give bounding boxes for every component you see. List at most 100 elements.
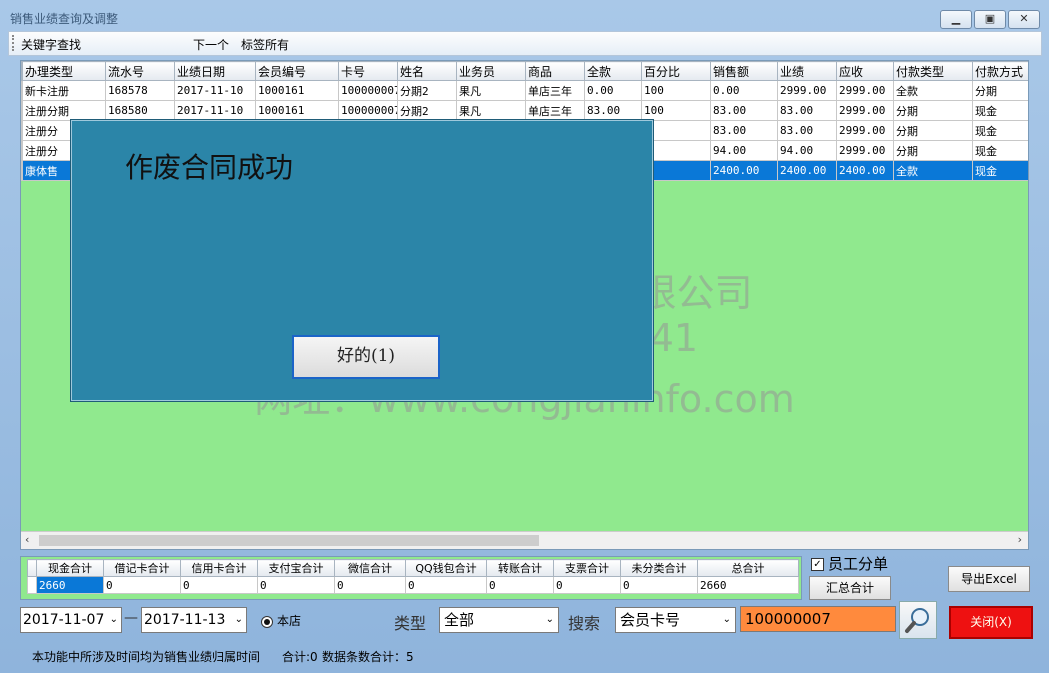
summary-cell[interactable]: 2660 [36, 576, 104, 594]
table-cell[interactable]: 2999.00 [777, 80, 837, 101]
table-cell[interactable]: 分期 [972, 80, 1028, 101]
table-cell[interactable]: 94.00 [710, 140, 778, 161]
table-cell[interactable]: 现金 [972, 160, 1028, 181]
table-cell[interactable]: 100 [641, 100, 711, 121]
ok-button[interactable]: 好的(1) [292, 335, 440, 379]
column-header[interactable]: 应收 [836, 61, 894, 81]
type-select[interactable]: 全部 ⌄ [439, 607, 559, 633]
column-header[interactable]: 办理类型 [22, 61, 106, 81]
table-cell[interactable]: 94.00 [777, 140, 837, 161]
table-cell[interactable]: 83.00 [777, 120, 837, 141]
table-cell[interactable]: 果凡 [456, 80, 526, 101]
summary-cell[interactable]: 0 [486, 576, 554, 594]
minimize-icon[interactable]: ▁ [940, 10, 972, 29]
table-cell[interactable]: 2999.00 [836, 120, 894, 141]
next-button[interactable]: 下一个 [193, 36, 229, 53]
date-to-picker[interactable]: 2017-11-13 ⌄ [141, 607, 247, 633]
search-field-select[interactable]: 会员卡号 ⌄ [615, 607, 736, 633]
table-cell[interactable]: 全款 [893, 80, 973, 101]
table-cell[interactable]: 新卡注册 [22, 80, 106, 101]
table-cell[interactable]: 分期 [893, 140, 973, 161]
summary-cell[interactable]: 2660 [697, 576, 799, 594]
column-header[interactable]: 百分比 [641, 61, 711, 81]
table-cell[interactable]: 100 [641, 80, 711, 101]
table-cell[interactable]: 2400.00 [836, 160, 894, 181]
this-store-radio[interactable]: 本店 [261, 612, 301, 629]
table-cell[interactable]: 2017-11-10 [174, 100, 256, 121]
summary-cell[interactable]: 0 [103, 576, 181, 594]
table-cell[interactable]: 单店三年 [525, 80, 585, 101]
column-header[interactable]: 付款类型 [893, 61, 973, 81]
table-cell[interactable]: 83.00 [710, 120, 778, 141]
column-header[interactable]: 业绩 [777, 61, 837, 81]
this-store-label: 本店 [277, 614, 302, 628]
table-cell[interactable]: 现金 [972, 140, 1028, 161]
summary-cell[interactable]: 0 [334, 576, 406, 594]
scroll-right-icon[interactable]: › [1018, 533, 1022, 546]
scroll-left-icon[interactable]: ‹ [25, 533, 29, 546]
column-header[interactable]: 业绩日期 [174, 61, 256, 81]
main-window: 销售业绩查询及调整 ▁ ▣ ✕ 关键字查找 下一个 标签所有 办理类型 流水号 业绩… [0, 0, 1049, 673]
column-header[interactable]: 姓名 [397, 61, 457, 81]
summary-column-header: 借记卡合计 [103, 559, 181, 577]
tag-all-button[interactable]: 标签所有 [241, 36, 289, 53]
table-cell[interactable]: 2999.00 [836, 140, 894, 161]
table-cell[interactable]: 分期 [893, 120, 973, 141]
column-header[interactable]: 流水号 [105, 61, 175, 81]
summary-cell[interactable]: 0 [620, 576, 698, 594]
table-cell[interactable]: 2999.00 [836, 80, 894, 101]
column-header[interactable]: 业务员 [456, 61, 526, 81]
table-row[interactable]: 注册分期 168580 2017-11-10 1000161 100000007 分期2 果… [21, 100, 1028, 121]
table-row[interactable]: 新卡注册 168578 2017-11-10 1000161 100000007 分期2 果… [21, 80, 1028, 101]
table-cell[interactable]: 2400.00 [777, 160, 837, 181]
search-input[interactable]: 100000007 [740, 606, 896, 632]
summary-total-button[interactable]: 汇总合计 [809, 576, 891, 600]
column-header[interactable]: 会员编号 [255, 61, 339, 81]
keyword-search-button[interactable]: 关键字查找 [21, 36, 81, 53]
table-cell[interactable]: 1000161 [255, 80, 339, 101]
table-cell[interactable]: 100000007 [338, 80, 398, 101]
scroll-thumb[interactable] [39, 535, 539, 546]
column-header[interactable]: 销售额 [710, 61, 778, 81]
table-cell[interactable]: 168578 [105, 80, 175, 101]
table-cell[interactable]: 2999.00 [836, 100, 894, 121]
row-header-corner [27, 559, 37, 577]
summary-cell[interactable]: 0 [257, 576, 335, 594]
employee-split-checkbox[interactable]: ✓ 员工分单 [811, 553, 888, 574]
table-cell[interactable]: 全款 [893, 160, 973, 181]
table-cell[interactable]: 1000161 [255, 100, 339, 121]
table-cell[interactable]: 83.00 [777, 100, 837, 121]
summary-cell[interactable]: 0 [553, 576, 621, 594]
summary-table: 现金合计 借记卡合计 信用卡合计 支付宝合计 微信合计 QQ钱包合计 转账合计 支票合计 未分类… [27, 559, 799, 594]
table-cell[interactable]: 分期 [893, 100, 973, 121]
table-cell[interactable]: 100000007 [338, 100, 398, 121]
table-cell[interactable]: 2400.00 [710, 160, 778, 181]
search-button[interactable] [899, 601, 937, 639]
summary-column-header: QQ钱包合计 [405, 559, 487, 577]
column-header[interactable]: 全款 [584, 61, 642, 81]
table-cell[interactable]: 2017-11-10 [174, 80, 256, 101]
table-cell[interactable]: 分期2 [397, 100, 457, 121]
column-header[interactable]: 付款方式 [972, 61, 1028, 81]
table-cell[interactable]: 0.00 [710, 80, 778, 101]
table-cell[interactable]: 单店三年 [525, 100, 585, 121]
column-header[interactable]: 商品 [525, 61, 585, 81]
maximize-icon[interactable]: ▣ [974, 10, 1006, 29]
table-cell[interactable]: 注册分期 [22, 100, 106, 121]
summary-cell[interactable]: 0 [405, 576, 487, 594]
table-cell[interactable]: 83.00 [710, 100, 778, 121]
table-cell[interactable]: 果凡 [456, 100, 526, 121]
summary-cell[interactable]: 0 [180, 576, 258, 594]
table-cell[interactable]: 168580 [105, 100, 175, 121]
table-cell[interactable]: 0.00 [584, 80, 642, 101]
table-cell[interactable]: 83.00 [584, 100, 642, 121]
close-button[interactable]: 关闭(X) [949, 606, 1033, 639]
table-cell[interactable]: 现金 [972, 100, 1028, 121]
table-cell[interactable]: 现金 [972, 120, 1028, 141]
column-header[interactable]: 卡号 [338, 61, 398, 81]
close-window-icon[interactable]: ✕ [1008, 10, 1040, 29]
horizontal-scrollbar[interactable]: ‹ › [21, 531, 1028, 549]
export-excel-button[interactable]: 导出Excel [948, 566, 1030, 592]
date-from-picker[interactable]: 2017-11-07 ⌄ [20, 607, 122, 633]
table-cell[interactable]: 分期2 [397, 80, 457, 101]
